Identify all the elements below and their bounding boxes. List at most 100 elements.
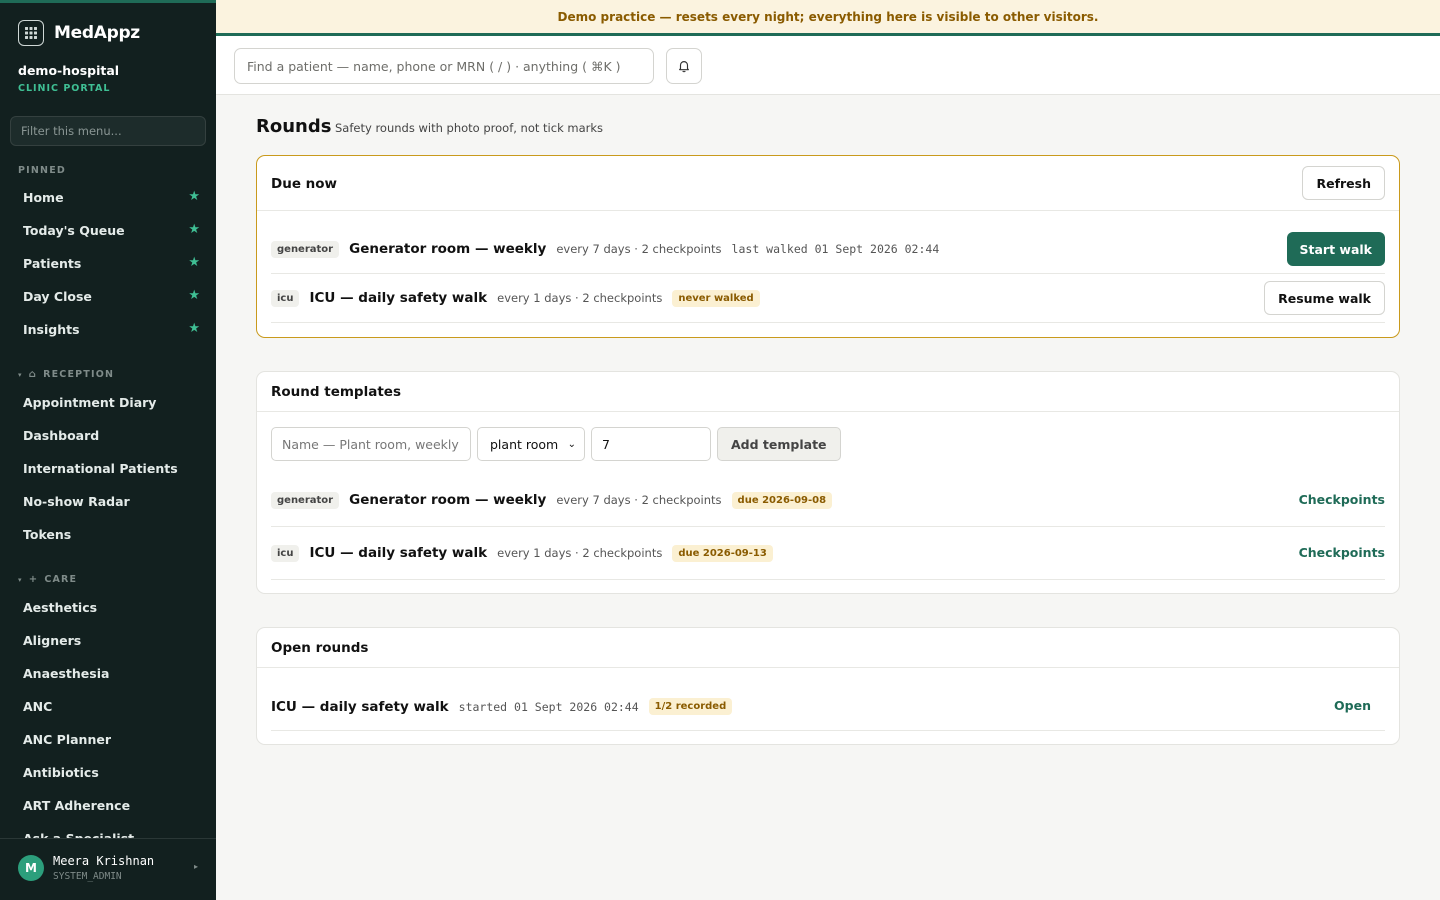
template-meta: every 1 days · 2 checkpoints bbox=[497, 546, 663, 560]
plus-icon: + bbox=[28, 574, 39, 585]
section-pinned: PINNED bbox=[18, 165, 66, 176]
card-title: Open rounds bbox=[271, 640, 369, 656]
round-title: ICU — daily safety walk bbox=[271, 698, 449, 715]
add-template-button[interactable]: Add template bbox=[717, 427, 841, 461]
sidebar-item-patients[interactable]: Patients ★ bbox=[10, 248, 206, 278]
template-type-select[interactable]: plant room ⌄ bbox=[477, 427, 585, 461]
sidebar-item-label: Insights bbox=[23, 321, 80, 337]
star-icon[interactable]: ★ bbox=[188, 189, 200, 204]
star-icon[interactable]: ★ bbox=[188, 288, 200, 303]
card-header: Open rounds bbox=[257, 628, 1399, 668]
user-role: SYSTEM_ADMIN bbox=[53, 871, 122, 882]
due-now-card: Due now Refresh generator Generator room… bbox=[256, 155, 1400, 338]
start-walk-button[interactable]: Start walk bbox=[1286, 232, 1385, 266]
sidebar-item-tokens[interactable]: Tokens bbox=[10, 519, 206, 549]
list-item: generator Generator room — weekly every … bbox=[271, 474, 1385, 527]
chevron-icon: ▸ bbox=[193, 862, 198, 871]
sidebar-item-art-adherence[interactable]: ART Adherence bbox=[10, 790, 206, 820]
list-item: icu ICU — daily safety walk every 1 days… bbox=[271, 527, 1385, 580]
org-name: demo-hospital bbox=[18, 63, 120, 78]
sidebar-item-label: Dashboard bbox=[23, 427, 100, 443]
card-header: Round templates bbox=[257, 372, 1399, 412]
interval-days-input[interactable] bbox=[591, 427, 711, 461]
open-round-link[interactable]: Open bbox=[1334, 698, 1371, 713]
sidebar-item-todays-queue[interactable]: Today's Queue ★ bbox=[10, 215, 206, 245]
round-meta: every 1 days · 2 checkpoints bbox=[497, 291, 663, 305]
user-name: Meera Krishnan bbox=[53, 854, 155, 868]
sidebar-item-insights[interactable]: Insights ★ bbox=[10, 314, 206, 344]
star-icon[interactable]: ★ bbox=[188, 222, 200, 237]
sidebar-item-no-show-radar[interactable]: No-show Radar bbox=[10, 486, 206, 516]
section-reception[interactable]: ▾ ⌂ RECEPTION bbox=[18, 369, 114, 380]
list-item: generator Generator room — weekly every … bbox=[271, 225, 1385, 274]
sidebar-item-label: International Patients bbox=[23, 460, 178, 476]
chevron-down-icon: ⌄ bbox=[567, 438, 576, 450]
sidebar-item-label: No-show Radar bbox=[23, 493, 130, 509]
sidebar-item-label: Patients bbox=[23, 255, 82, 271]
list-item: icu ICU — daily safety walk every 1 days… bbox=[271, 274, 1385, 323]
section-care-label: CARE bbox=[44, 574, 78, 585]
due-badge: due 2026-09-13 bbox=[672, 544, 773, 562]
sidebar-item-label: Aesthetics bbox=[23, 599, 98, 615]
category-tag: icu bbox=[271, 544, 300, 562]
sidebar-item-dashboard[interactable]: Dashboard bbox=[10, 420, 206, 450]
notifications-button[interactable] bbox=[666, 48, 702, 84]
resume-walk-button[interactable]: Resume walk bbox=[1264, 281, 1385, 315]
template-name-input[interactable] bbox=[271, 427, 471, 461]
checkpoints-link[interactable]: Checkpoints bbox=[1299, 492, 1385, 507]
star-icon[interactable]: ★ bbox=[188, 321, 200, 336]
open-rounds-card: Open rounds ICU — daily safety walk star… bbox=[256, 627, 1400, 745]
round-title: ICU — daily safety walk bbox=[309, 290, 488, 306]
bell-icon bbox=[679, 61, 689, 73]
status-badge: never walked bbox=[672, 289, 760, 307]
started-at: started 01 Sept 2026 02:44 bbox=[458, 699, 639, 714]
sidebar-nav: PINNED Home ★ Today's Queue ★ Patients ★… bbox=[0, 161, 216, 841]
card-title: Round templates bbox=[271, 384, 401, 400]
app-grid-icon bbox=[18, 20, 44, 46]
section-care[interactable]: ▾ + CARE bbox=[18, 574, 77, 585]
template-title: ICU — daily safety walk bbox=[309, 545, 488, 561]
sidebar-item-appointment-diary[interactable]: Appointment Diary bbox=[10, 387, 206, 417]
reception-icon: ⌂ bbox=[28, 369, 38, 380]
template-title: Generator room — weekly bbox=[349, 492, 547, 508]
brand-name: MedAppz bbox=[54, 23, 140, 43]
card-title: Due now bbox=[271, 176, 338, 192]
template-meta: every 7 days · 2 checkpoints bbox=[556, 493, 722, 507]
demo-banner: Demo practice — resets every night; ever… bbox=[216, 0, 1440, 36]
sidebar-item-label: Anaesthesia bbox=[23, 665, 110, 681]
org-subtitle: CLINIC PORTAL bbox=[18, 83, 111, 94]
sidebar-item-label: Day Close bbox=[23, 288, 92, 304]
sidebar-item-anc[interactable]: ANC bbox=[10, 691, 206, 721]
sidebar-item-anc-planner[interactable]: ANC Planner bbox=[10, 724, 206, 754]
sidebar-item-day-close[interactable]: Day Close ★ bbox=[10, 281, 206, 311]
star-icon[interactable]: ★ bbox=[188, 255, 200, 270]
page-title: Rounds bbox=[256, 116, 332, 137]
refresh-button[interactable]: Refresh bbox=[1302, 166, 1385, 200]
sidebar-item-anaesthesia[interactable]: Anaesthesia bbox=[10, 658, 206, 688]
sidebar-item-label: Tokens bbox=[23, 526, 72, 542]
sidebar-item-international-patients[interactable]: International Patients bbox=[10, 453, 206, 483]
user-menu[interactable]: M Meera Krishnan SYSTEM_ADMIN ▸ bbox=[0, 838, 216, 900]
patient-search-input[interactable] bbox=[234, 48, 654, 84]
sidebar-item-label: ART Adherence bbox=[23, 797, 131, 813]
sidebar-item-aligners[interactable]: Aligners bbox=[10, 625, 206, 655]
checkpoints-link[interactable]: Checkpoints bbox=[1299, 545, 1385, 560]
category-tag: icu bbox=[271, 289, 300, 307]
sidebar-item-home[interactable]: Home ★ bbox=[10, 182, 206, 212]
avatar: M bbox=[18, 855, 44, 881]
due-badge: due 2026-09-08 bbox=[731, 491, 833, 509]
sidebar-item-label: Antibiotics bbox=[23, 764, 99, 780]
menu-filter-input[interactable] bbox=[10, 116, 206, 146]
chevron-down-icon: ▾ bbox=[18, 575, 23, 584]
sidebar-item-label: Aligners bbox=[23, 632, 82, 648]
sidebar-item-antibiotics[interactable]: Antibiotics bbox=[10, 757, 206, 787]
section-pinned-label: PINNED bbox=[18, 165, 66, 176]
sidebar-item-aesthetics[interactable]: Aesthetics bbox=[10, 592, 206, 622]
category-tag: generator bbox=[271, 240, 340, 258]
selected-value: plant room bbox=[490, 436, 559, 452]
list-item: ICU — daily safety walk started 01 Sept … bbox=[271, 683, 1385, 731]
sidebar: MedAppz demo-hospital CLINIC PORTAL PINN… bbox=[0, 0, 216, 900]
brand[interactable]: MedAppz bbox=[18, 20, 140, 46]
round-templates-card: Round templates plant room ⌄ Add templat… bbox=[256, 371, 1400, 594]
last-walked: last walked 01 Sept 2026 02:44 bbox=[731, 242, 940, 256]
